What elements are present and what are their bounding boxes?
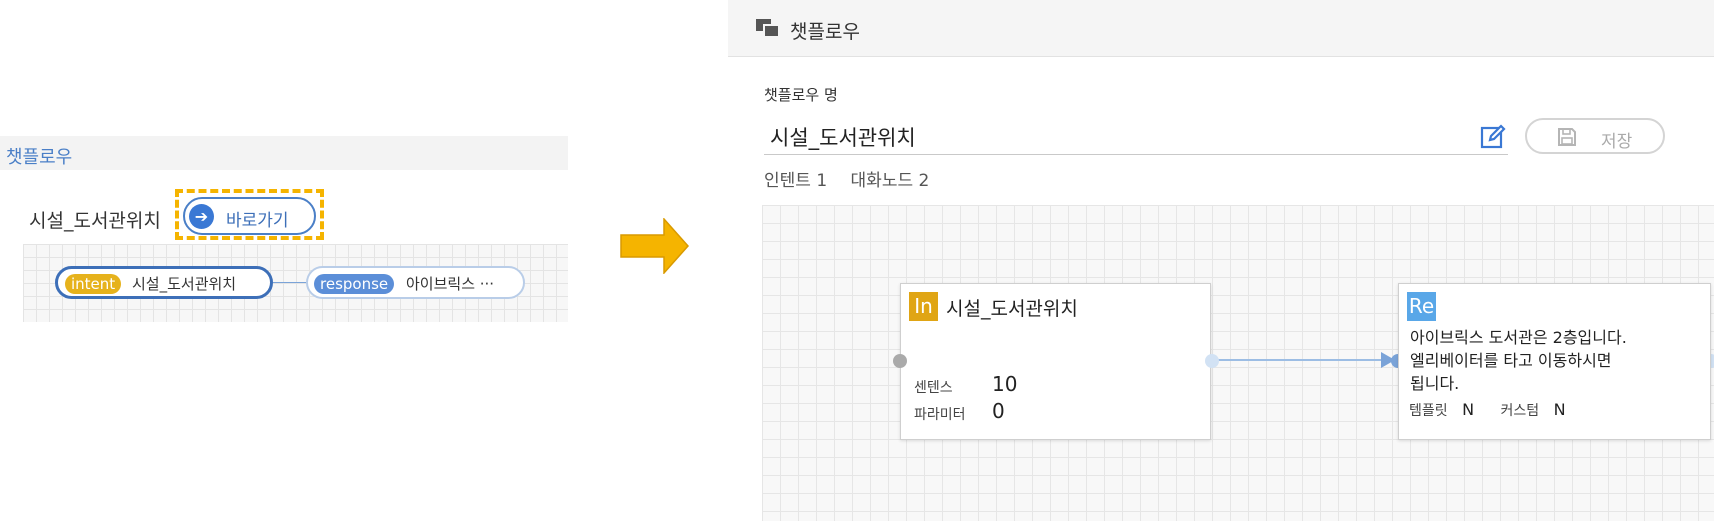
response-meta: 템플릿 N 커스텀 N	[1409, 400, 1588, 420]
left-panel-title: 챗플로우	[6, 147, 73, 168]
custom-value: N	[1553, 400, 1566, 419]
intent-pill[interactable]: intent 시설_도서관위치	[55, 266, 273, 299]
response-text-line: 엘리베이터를 타고 이동하시면	[1410, 351, 1612, 370]
intent-badge: In	[909, 292, 938, 321]
response-badge: Re	[1407, 292, 1436, 321]
intent-tag: intent	[65, 274, 122, 294]
response-tag: response	[314, 274, 395, 294]
right-panel: 챗플로우 챗플로우 명 시설_도서관위치 저장 인텐트 1 대화노드 2 In …	[728, 0, 1714, 521]
intent-pill-text: 시설_도서관위치	[132, 275, 237, 293]
intent-input-port[interactable]	[893, 354, 907, 368]
chatflow-name-field[interactable]: 시설_도서관위치	[764, 114, 1508, 155]
left-panel-header: 챗플로우	[0, 136, 568, 170]
sentence-row: 센텐스 10	[914, 372, 1017, 397]
dialog-node-count: 대화노드 2	[850, 171, 930, 191]
save-button[interactable]: 저장	[1525, 118, 1665, 154]
right-panel-header: 챗플로우	[728, 0, 1714, 57]
save-icon	[1558, 128, 1576, 146]
flow-canvas[interactable]: In 시설_도서관위치 센텐스 10 파라미터 0 Re 아이브릭스 도서관은 …	[762, 205, 1714, 521]
save-label: 저장	[1601, 132, 1633, 152]
chat-bubbles-icon	[756, 19, 780, 38]
mini-connector-line	[273, 282, 306, 283]
shortcut-button[interactable]: ➔ 바로가기	[183, 197, 316, 235]
arrow-right-circle-icon: ➔	[189, 204, 214, 229]
parameter-label: 파라미터	[914, 407, 966, 423]
response-pill[interactable]: response 아이브릭스 ···	[306, 266, 525, 299]
connection-edge	[1212, 359, 1390, 361]
response-text-line: 됩니다.	[1410, 374, 1460, 393]
response-pill-text: 아이브릭스 ···	[406, 275, 495, 293]
parameter-value: 0	[992, 399, 1005, 423]
parameter-row: 파라미터 0	[914, 399, 1005, 424]
intent-count: 인텐트 1	[764, 171, 828, 191]
template-value: N	[1462, 400, 1475, 419]
sentence-label: 센텐스	[914, 380, 953, 396]
response-text-line: 아이브릭스 도서관은 2층입니다.	[1410, 328, 1627, 347]
template-label: 템플릿	[1409, 403, 1448, 419]
intent-output-port[interactable]	[1205, 354, 1219, 368]
flow-name-text: 시설_도서관위치	[29, 210, 161, 232]
chatflow-name-value: 시설_도서관위치	[770, 126, 916, 150]
response-node[interactable]: Re 아이브릭스 도서관은 2층입니다. 엘리베이터를 타고 이동하시면 됩니다…	[1398, 283, 1711, 440]
shortcut-label: 바로가기	[226, 211, 289, 231]
intent-node-title: 시설_도서관위치	[946, 298, 1078, 320]
response-text: 아이브릭스 도서관은 2층입니다. 엘리베이터를 타고 이동하시면 됩니다.	[1410, 326, 1700, 395]
sentence-value: 10	[992, 372, 1018, 396]
intent-node[interactable]: In 시설_도서관위치 센텐스 10 파라미터 0	[900, 283, 1211, 440]
header-title: 챗플로우	[790, 21, 860, 43]
edit-icon[interactable]	[1480, 124, 1506, 150]
flow-stats: 인텐트 1 대화노드 2	[764, 166, 947, 191]
chatflow-name-label: 챗플로우 명	[764, 86, 838, 104]
custom-label: 커스텀	[1500, 403, 1540, 419]
big-right-arrow	[620, 218, 690, 274]
